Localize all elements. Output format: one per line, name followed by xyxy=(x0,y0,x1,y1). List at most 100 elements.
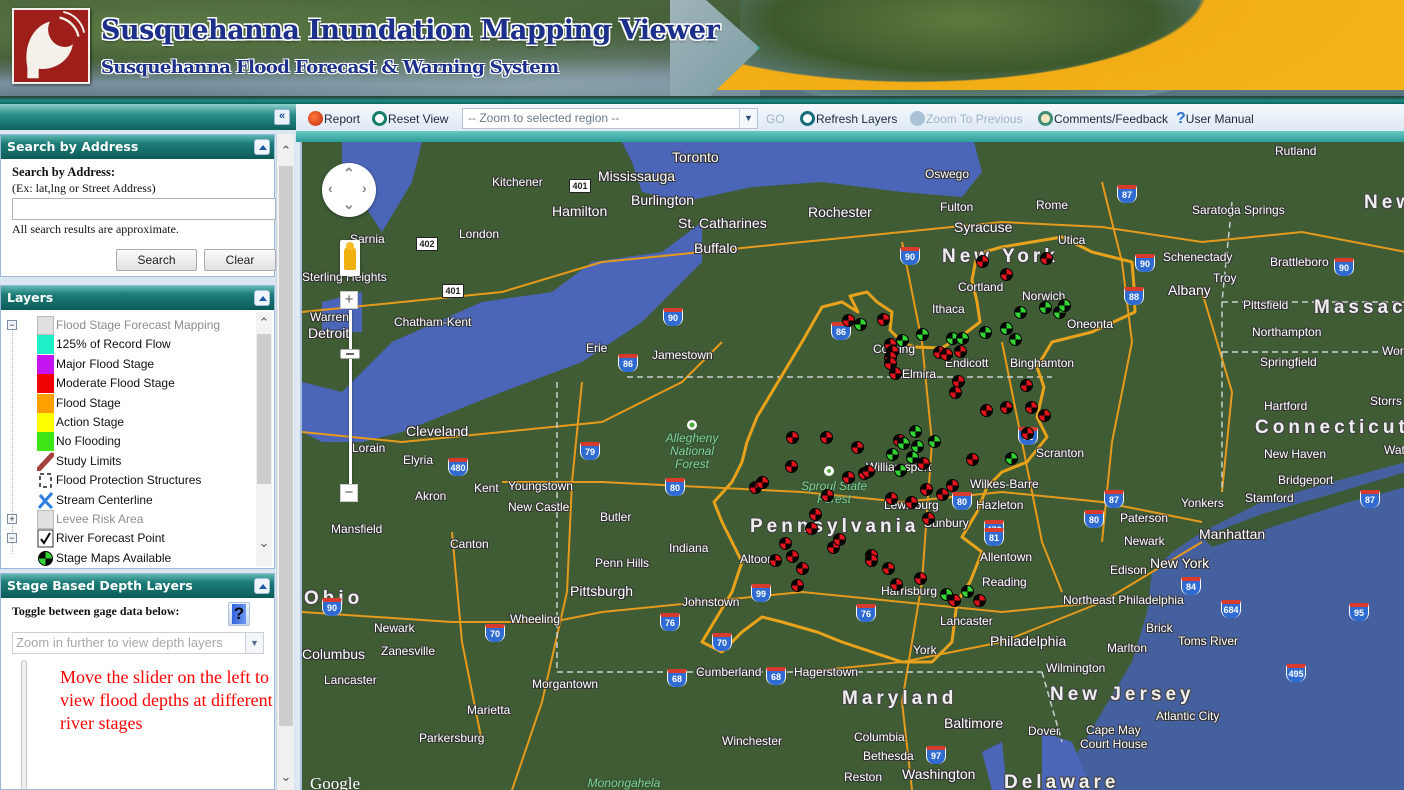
forecast-point-moderate-marker[interactable] xyxy=(786,431,799,444)
checkbox-checked-icon[interactable] xyxy=(37,529,54,548)
pan-control[interactable]: ⌃ ⌄ ‹ › xyxy=(322,163,376,217)
forecast-point-moderate-marker[interactable] xyxy=(809,508,822,521)
forecast-point-moderate-marker[interactable] xyxy=(882,562,895,575)
zoom-slider-handle[interactable] xyxy=(340,349,360,360)
collapse-layers-panel-icon[interactable] xyxy=(254,290,270,306)
forecast-point-no-flooding-marker[interactable] xyxy=(897,437,910,450)
forecast-point-moderate-marker[interactable] xyxy=(877,313,890,326)
forecast-point-no-flooding-marker[interactable] xyxy=(906,451,919,464)
refresh-layers-button[interactable]: Refresh Layers xyxy=(800,110,897,128)
go-button[interactable]: GO xyxy=(766,110,785,128)
forecast-point-no-flooding-marker[interactable] xyxy=(894,464,907,477)
forecast-point-moderate-marker[interactable] xyxy=(940,348,953,361)
pan-down-icon[interactable]: ⌄ xyxy=(343,196,355,213)
forecast-point-moderate-marker[interactable] xyxy=(833,533,846,546)
forecast-point-no-flooding-marker[interactable] xyxy=(928,435,941,448)
forecast-point-moderate-marker[interactable] xyxy=(966,453,979,466)
forecast-point-no-flooding-marker[interactable] xyxy=(956,332,969,345)
forecast-point-no-flooding-marker[interactable] xyxy=(1039,301,1052,314)
region-select[interactable]: -- Zoom to selected region -- ▼ xyxy=(462,108,758,129)
search-button[interactable]: Search xyxy=(116,249,197,271)
stage-depth-slider[interactable] xyxy=(21,660,27,790)
pan-left-icon[interactable]: ‹ xyxy=(328,180,333,196)
collapse-icon[interactable]: − xyxy=(7,320,17,330)
collapse-panel-button[interactable]: « xyxy=(274,109,290,125)
report-button[interactable]: Report xyxy=(308,110,360,128)
forecast-point-moderate-marker[interactable] xyxy=(1000,268,1013,281)
forecast-point-moderate-marker[interactable] xyxy=(889,367,902,380)
forecast-point-moderate-marker[interactable] xyxy=(976,255,989,268)
forecast-point-moderate-marker[interactable] xyxy=(1040,252,1053,265)
forecast-point-moderate-marker[interactable] xyxy=(862,465,875,478)
scroll-up-icon[interactable]: ⌃ xyxy=(255,314,273,332)
forecast-point-moderate-marker[interactable] xyxy=(779,537,792,550)
pan-up-icon[interactable]: ⌃ xyxy=(343,165,355,182)
zoom-out-button[interactable]: − xyxy=(340,484,358,502)
forecast-point-moderate-marker[interactable] xyxy=(973,594,986,607)
forecast-point-no-flooding-marker[interactable] xyxy=(979,326,992,339)
forecast-point-moderate-marker[interactable] xyxy=(785,460,798,473)
layers-scrollbar[interactable]: ⌃ ⌄ xyxy=(256,312,272,566)
collapse-search-panel-icon[interactable] xyxy=(254,139,270,155)
forecast-point-moderate-marker[interactable] xyxy=(914,572,927,585)
forecast-point-moderate-marker[interactable] xyxy=(1020,379,1033,392)
left-panel-scrollbar[interactable]: ⌃ ⌄ xyxy=(276,134,294,790)
forecast-point-no-flooding-marker[interactable] xyxy=(1005,452,1018,465)
forecast-point-moderate-marker[interactable] xyxy=(820,431,833,444)
forecast-point-no-flooding-marker[interactable] xyxy=(909,425,922,438)
expand-icon[interactable]: + xyxy=(7,514,17,524)
forecast-point-moderate-marker[interactable] xyxy=(769,554,782,567)
forecast-point-moderate-marker[interactable] xyxy=(1000,401,1013,414)
forecast-point-no-flooding-marker[interactable] xyxy=(1014,306,1027,319)
scroll-down-icon[interactable]: ⌄ xyxy=(255,534,273,552)
forecast-point-moderate-marker[interactable] xyxy=(885,492,898,505)
forecast-point-moderate-marker[interactable] xyxy=(954,345,967,358)
forecast-point-moderate-marker[interactable] xyxy=(1021,427,1034,440)
forecast-point-moderate-marker[interactable] xyxy=(1038,409,1051,422)
zoom-in-button[interactable]: + xyxy=(340,291,358,309)
forecast-point-no-flooding-marker[interactable] xyxy=(916,328,929,341)
forecast-point-moderate-marker[interactable] xyxy=(805,522,818,535)
forecast-point-moderate-marker[interactable] xyxy=(756,476,769,489)
forecast-point-moderate-marker[interactable] xyxy=(842,471,855,484)
forecast-point-moderate-marker[interactable] xyxy=(936,488,949,501)
forecast-point-no-flooding-marker[interactable] xyxy=(940,588,953,601)
comments-feedback-button[interactable]: Comments/Feedback xyxy=(1038,110,1168,128)
forecast-point-moderate-marker[interactable] xyxy=(786,550,799,563)
forecast-point-moderate-marker[interactable] xyxy=(922,512,935,525)
forecast-point-moderate-marker[interactable] xyxy=(791,579,804,592)
google-attribution[interactable]: Google xyxy=(310,774,360,790)
help-button[interactable]: ? xyxy=(228,602,250,626)
left-panel-scroll-thumb[interactable] xyxy=(279,166,293,726)
map-canvas[interactable]: Toronto Mississauga Kitchener Burlington Ham… xyxy=(300,142,1404,790)
forecast-point-moderate-marker[interactable] xyxy=(890,578,903,591)
scroll-up-icon[interactable]: ⌃ xyxy=(277,142,295,160)
forecast-point-no-flooding-marker[interactable] xyxy=(1009,333,1022,346)
collapse-icon[interactable]: − xyxy=(7,533,17,544)
forecast-point-moderate-marker[interactable] xyxy=(905,496,918,509)
depth-layer-select[interactable]: Zoom in further to view depth layers ▼ xyxy=(12,632,264,654)
scroll-down-icon[interactable]: ⌄ xyxy=(277,768,295,786)
forecast-point-moderate-marker[interactable] xyxy=(1025,401,1038,414)
forecast-point-moderate-marker[interactable] xyxy=(917,457,930,470)
zoom-to-previous-button[interactable]: Zoom To Previous xyxy=(910,110,1023,128)
forecast-point-moderate-marker[interactable] xyxy=(949,386,962,399)
forecast-point-moderate-marker[interactable] xyxy=(821,489,834,502)
forecast-point-no-flooding-marker[interactable] xyxy=(961,585,974,598)
forecast-point-no-flooding-marker[interactable] xyxy=(1058,299,1071,312)
clear-button[interactable]: Clear xyxy=(204,249,276,271)
reset-view-button[interactable]: Reset View xyxy=(372,110,448,128)
collapse-depth-panel-icon[interactable] xyxy=(254,578,270,594)
street-view-pegman-icon[interactable] xyxy=(340,240,360,276)
forecast-point-moderate-marker[interactable] xyxy=(865,554,878,567)
forecast-point-moderate-marker[interactable] xyxy=(980,404,993,417)
zoom-slider-track[interactable] xyxy=(349,310,352,494)
forecast-point-moderate-marker[interactable] xyxy=(796,562,809,575)
user-manual-button[interactable]: ?User Manual xyxy=(1176,110,1254,128)
forecast-point-moderate-marker[interactable] xyxy=(851,441,864,454)
forecast-point-no-flooding-marker[interactable] xyxy=(886,448,899,461)
layers-scroll-thumb[interactable] xyxy=(257,334,271,484)
forecast-point-no-flooding-marker[interactable] xyxy=(854,318,867,331)
address-search-input[interactable] xyxy=(12,198,276,220)
forecast-point-no-flooding-marker[interactable] xyxy=(896,334,909,347)
